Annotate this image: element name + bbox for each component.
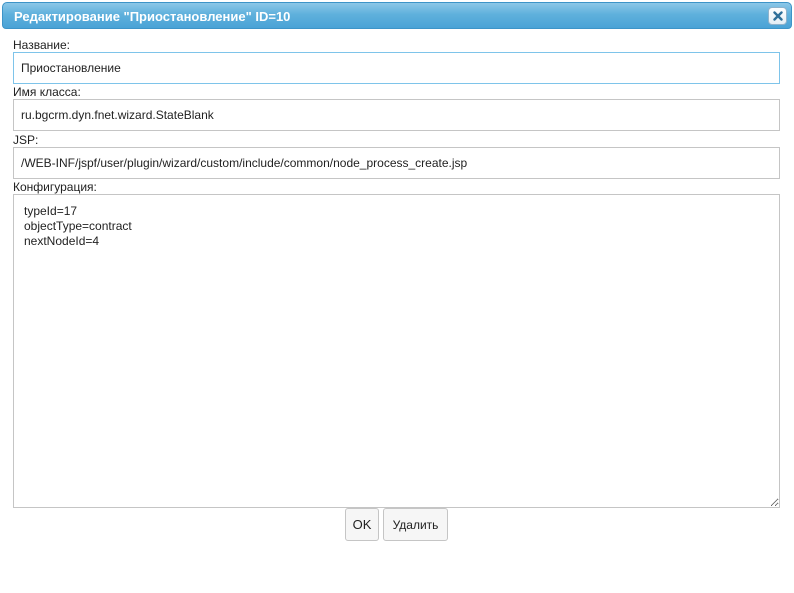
jsp-input[interactable] [13,147,780,179]
configuration-label: Конфигурация: [13,180,97,194]
dialog-title: Редактирование "Приостановление" ID=10 [14,9,291,24]
ok-button[interactable]: OK [345,508,379,541]
jsp-label: JSP: [13,133,39,147]
dialog-titlebar[interactable]: Редактирование "Приостановление" ID=10 [2,2,792,29]
close-icon [773,11,783,21]
close-button[interactable] [768,7,787,25]
name-input[interactable] [13,52,780,84]
name-label: Название: [13,38,70,52]
configuration-textarea[interactable]: typeId=17 objectType=contract nextNodeId… [13,194,780,508]
edit-dialog: Редактирование "Приостановление" ID=10 Н… [0,0,794,593]
delete-button[interactable]: Удалить [383,508,448,541]
class-name-input[interactable] [13,99,780,131]
class-name-label: Имя класса: [13,85,81,99]
